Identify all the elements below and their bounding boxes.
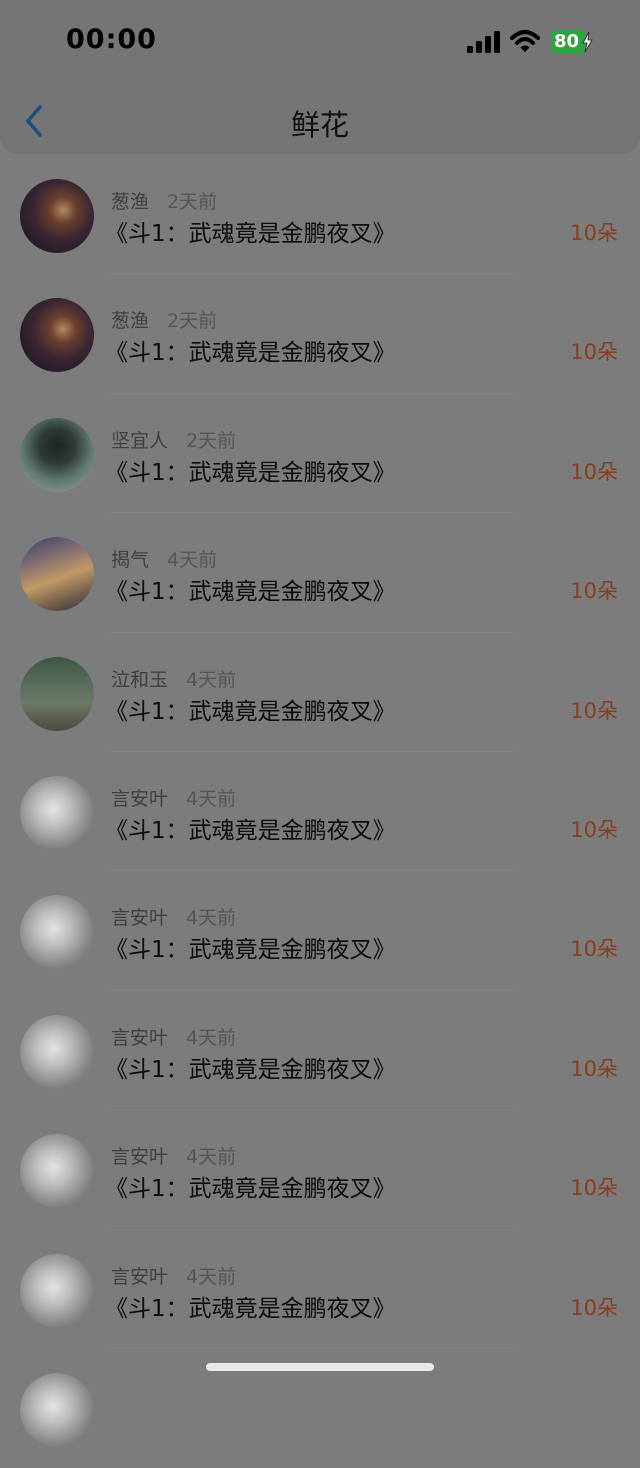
signal-icon <box>467 31 500 53</box>
status-time: 00:00 <box>66 24 157 55</box>
user-name[interactable]: 言安叶 <box>111 907 168 929</box>
flower-count: 10朵 <box>570 1295 618 1320</box>
book-title: 《斗1：武魂竟是金鹏夜叉》 <box>105 1056 396 1083</box>
list-item[interactable]: 葱渔 2天前 《斗1：武魂竟是金鹏夜叉》 10朵 <box>0 155 640 275</box>
list-item[interactable]: 言安叶 4天前 《斗1：武魂竟是金鹏夜叉》 10朵 <box>0 752 640 872</box>
avatar[interactable] <box>20 1253 94 1328</box>
flower-record-list: 葱渔 2天前 《斗1：武魂竟是金鹏夜叉》 10朵 葱渔 2天前 《斗1：武魂竟是金鹏… <box>0 155 640 1468</box>
user-name[interactable]: 言安叶 <box>111 788 168 810</box>
user-name[interactable]: 葱渔 <box>111 310 149 332</box>
list-item[interactable]: 言安叶 4天前 《斗1：武魂竟是金鹏夜叉》 10朵 <box>0 871 640 991</box>
flower-count: 10朵 <box>570 1056 618 1081</box>
user-name[interactable]: 言安叶 <box>111 1027 168 1049</box>
flower-count: 10朵 <box>570 579 618 604</box>
book-title: 《斗1：武魂竟是金鹏夜叉》 <box>105 340 396 367</box>
avatar[interactable] <box>20 179 94 253</box>
home-indicator[interactable] <box>206 1363 434 1371</box>
flower-count: 10朵 <box>570 817 618 842</box>
user-name[interactable]: 言安叶 <box>111 1266 168 1288</box>
list-item[interactable]: 泣和玉 4天前 《斗1：武魂竟是金鹏夜叉》 10朵 <box>0 633 640 752</box>
status-bar: 00:00 80 <box>0 0 640 88</box>
user-name[interactable]: 揭气 <box>111 549 149 571</box>
time-ago: 4天前 <box>186 1265 237 1288</box>
list-item[interactable]: 言安叶 4天前 《斗1：武魂竟是金鹏夜叉》 10朵 <box>0 991 640 1111</box>
avatar[interactable] <box>20 656 94 731</box>
time-ago: 4天前 <box>167 549 218 572</box>
time-ago: 4天前 <box>186 668 237 691</box>
book-title: 《斗1：武魂竟是金鹏夜叉》 <box>105 1295 396 1322</box>
page-title: 鲜花 <box>290 108 349 142</box>
book-title: 《斗1：武魂竟是金鹏夜叉》 <box>105 817 396 844</box>
wifi-icon <box>510 30 540 52</box>
book-title: 《斗1：武魂竟是金鹏夜叉》 <box>105 459 396 486</box>
avatar[interactable] <box>20 1372 94 1447</box>
user-name[interactable]: 言安叶 <box>111 1146 168 1168</box>
avatar[interactable] <box>20 895 94 970</box>
book-title: 《斗1：武魂竟是金鹏夜叉》 <box>105 1176 396 1203</box>
flower-count: 10朵 <box>570 221 618 245</box>
avatar[interactable] <box>20 1134 94 1209</box>
flower-count: 10朵 <box>570 340 618 365</box>
time-ago: 4天前 <box>186 787 237 810</box>
book-title: 《斗1：武魂竟是金鹏夜叉》 <box>105 579 396 606</box>
flower-count: 10朵 <box>570 459 618 484</box>
book-title: 《斗1：武魂竟是金鹏夜叉》 <box>105 698 396 725</box>
battery-indicator: 80 <box>551 30 593 54</box>
avatar[interactable] <box>20 417 94 492</box>
avatar[interactable] <box>20 298 94 373</box>
list-item[interactable]: 坚宜人 2天前 《斗1：武魂竟是金鹏夜叉》 10朵 <box>0 394 640 514</box>
list-item[interactable]: 言安叶 4天前 《斗1：武魂竟是金鹏夜叉》 10朵 <box>0 1230 640 1349</box>
time-ago: 4天前 <box>186 1026 237 1049</box>
user-name[interactable]: 坚宜人 <box>111 430 168 452</box>
user-name[interactable]: 泣和玉 <box>111 669 168 691</box>
nav-bar: 鲜花 <box>0 88 640 154</box>
time-ago: 2天前 <box>167 310 218 333</box>
time-ago: 2天前 <box>186 429 237 452</box>
avatar[interactable] <box>20 1014 94 1089</box>
list-item[interactable]: 揭气 4天前 《斗1：武魂竟是金鹏夜叉》 10朵 <box>0 513 640 633</box>
charging-bolt-icon <box>582 31 593 53</box>
avatar[interactable] <box>20 537 94 612</box>
flower-count: 10朵 <box>570 698 618 723</box>
time-ago: 4天前 <box>186 907 237 930</box>
time-ago: 4天前 <box>186 1146 237 1169</box>
time-ago: 2天前 <box>167 191 218 213</box>
flower-count: 10朵 <box>570 1176 618 1201</box>
flower-count: 10朵 <box>570 937 618 962</box>
book-title: 《斗1：武魂竟是金鹏夜叉》 <box>105 937 396 964</box>
user-name[interactable]: 葱渔 <box>111 191 149 213</box>
list-item[interactable]: 言安叶 4天前 《斗1：武魂竟是金鹏夜叉》 10朵 <box>0 1110 640 1230</box>
avatar[interactable] <box>20 775 94 850</box>
book-title: 《斗1：武魂竟是金鹏夜叉》 <box>105 221 396 247</box>
list-item[interactable]: 葱渔 2天前 《斗1：武魂竟是金鹏夜叉》 10朵 <box>0 274 640 394</box>
